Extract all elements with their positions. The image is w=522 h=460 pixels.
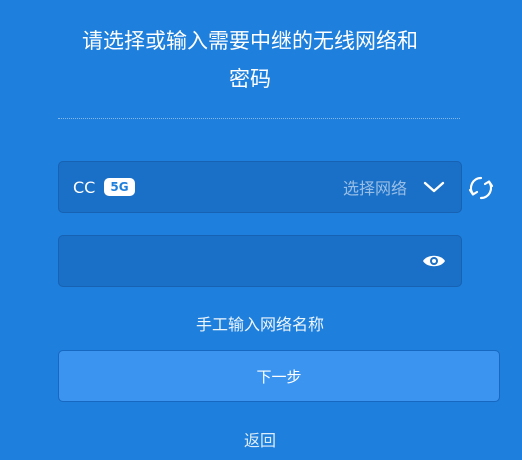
chevron-down-icon[interactable] — [421, 174, 447, 200]
page-title-line-2: 密码 — [229, 67, 271, 91]
network-select[interactable]: CC 5G 选择网络 — [58, 161, 462, 213]
back-link[interactable]: 返回 — [58, 427, 462, 451]
manual-network-name-link[interactable]: 手工输入网络名称 — [58, 311, 462, 335]
next-button[interactable]: 下一步 — [58, 350, 500, 402]
refresh-icon[interactable] — [468, 175, 494, 201]
network-ssid: CC — [73, 177, 96, 197]
band-badge: 5G — [104, 178, 135, 196]
page-title: 请选择或输入需要中继的无线网络和 密码 — [40, 22, 460, 98]
password-input[interactable] — [73, 236, 421, 286]
password-field[interactable] — [58, 235, 462, 287]
divider — [58, 118, 460, 119]
page-title-line-1: 请选择或输入需要中继的无线网络和 — [82, 29, 418, 53]
eye-icon[interactable] — [421, 248, 447, 274]
select-network-hint: 选择网络 — [342, 179, 407, 198]
